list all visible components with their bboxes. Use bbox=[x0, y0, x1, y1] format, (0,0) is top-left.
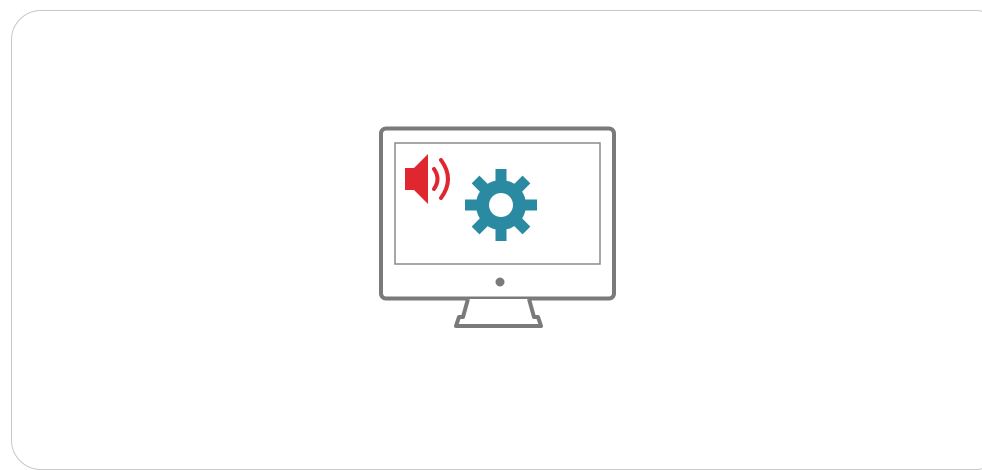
monitor-stand bbox=[454, 298, 543, 328]
gear-icon bbox=[465, 169, 537, 241]
power-dot-icon bbox=[495, 277, 505, 287]
monitor-illustration bbox=[379, 126, 616, 328]
